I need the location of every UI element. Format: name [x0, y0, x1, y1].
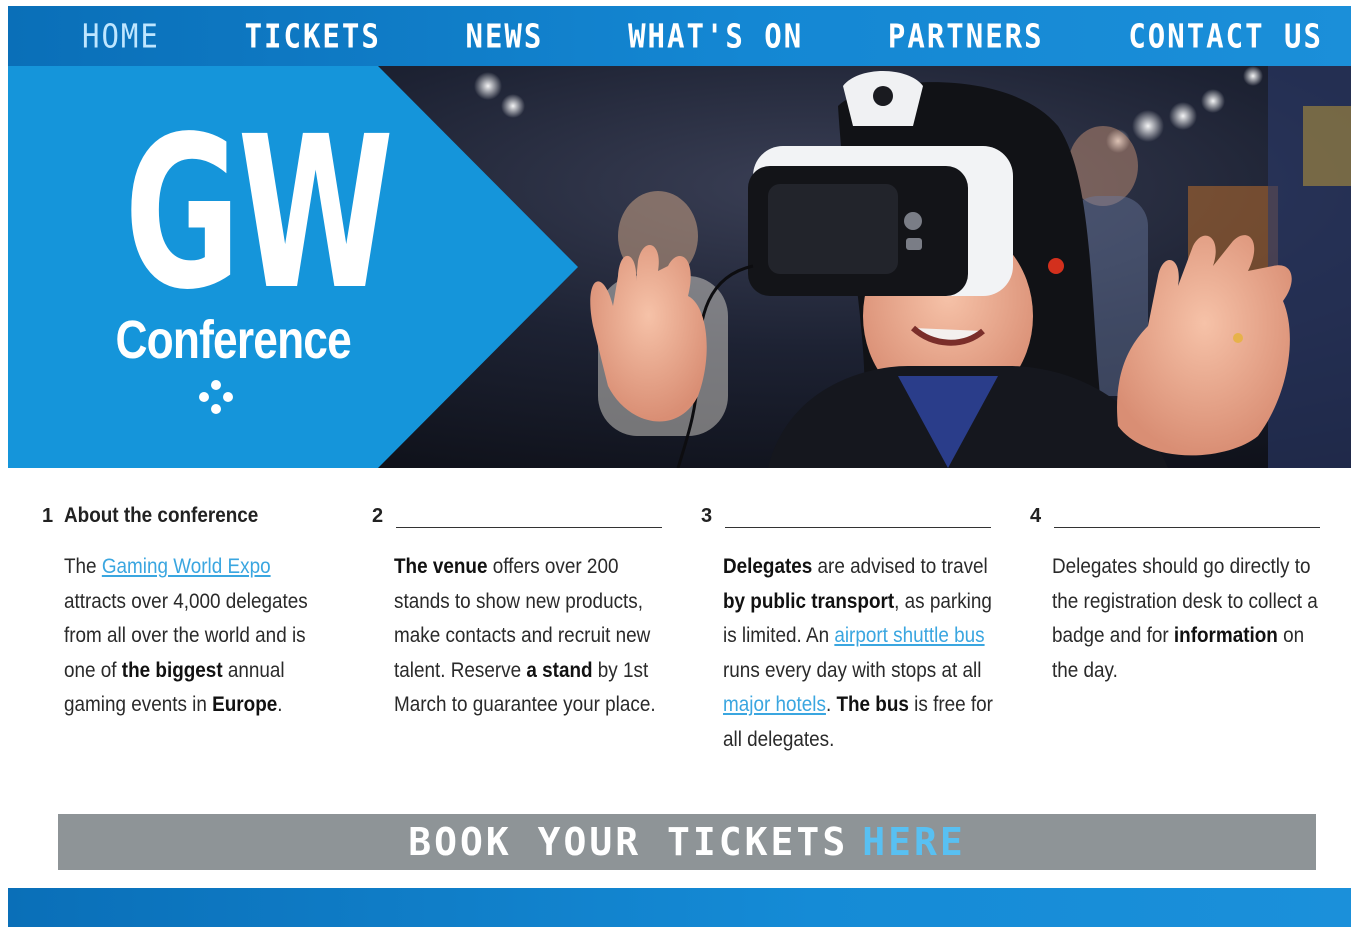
nav-whats-on[interactable]: WHAT'S ON — [628, 16, 803, 55]
book-tickets-label: BOOK YOUR TICKETS — [408, 820, 849, 864]
column-4-text: Delegates should go directly to the regi… — [1052, 550, 1322, 688]
gw-conference-logo[interactable]: GW Conference — [93, 91, 394, 371]
body-text: . — [825, 693, 837, 716]
body-text: The — [64, 555, 102, 578]
bold-text: The bus — [836, 693, 909, 716]
inline-link[interactable]: Gaming World Expo — [102, 555, 271, 578]
nav-home[interactable]: HOME — [82, 16, 160, 55]
column-4: 4 Delegates should go directly to the re… — [1030, 502, 1320, 688]
column-3-text: Delegates are advised to travel by publi… — [723, 550, 993, 757]
column-3-number: 3 — [701, 505, 713, 527]
column-3-heading: 3 — [701, 502, 991, 528]
bold-text: information — [1173, 624, 1278, 647]
column-2-heading: 2 — [372, 502, 662, 528]
hero-banner: GW Conference — [8, 66, 1351, 468]
logo-conference-text: Conference — [115, 310, 352, 370]
column-2-title-blank — [396, 510, 662, 528]
body-text: are advised to travel — [812, 555, 988, 578]
inline-link[interactable]: major hotels — [723, 693, 826, 716]
body-text: runs every day with stops at all — [723, 658, 982, 682]
nav-news[interactable]: NEWS — [466, 16, 544, 55]
footer-bar — [8, 888, 1351, 927]
column-1-heading: 1 About the conference — [42, 502, 332, 528]
nav-partners[interactable]: PARTNERS — [888, 16, 1044, 55]
nav-tickets[interactable]: TICKETS — [245, 16, 381, 55]
column-4-title-blank — [1054, 510, 1320, 528]
column-4-number: 4 — [1030, 505, 1042, 527]
nav-contact-us[interactable]: CONTACT US — [1128, 16, 1323, 55]
bold-text: The venue — [394, 555, 488, 578]
body-text: . — [277, 693, 283, 716]
column-3: 3 Delegates are advised to travel by pub… — [701, 502, 993, 757]
column-2-number: 2 — [372, 505, 384, 527]
bold-text: Delegates — [723, 555, 813, 578]
bold-text: by public transport — [723, 589, 895, 613]
book-tickets-here-link[interactable]: HERE — [862, 820, 966, 864]
top-nav: HOME TICKETS NEWS WHAT'S ON PARTNERS CON… — [8, 6, 1351, 66]
column-1-number: 1 — [42, 505, 54, 527]
book-tickets-banner[interactable]: BOOK YOUR TICKETS HERE — [58, 814, 1316, 870]
bold-text: the biggest — [121, 658, 223, 682]
column-2: 2 The venue offers over 200 stands to sh… — [372, 502, 662, 723]
bold-text: Europe — [212, 693, 278, 716]
logo-gw-text: GW — [124, 91, 394, 336]
column-1-text: The Gaming World Expo attracts over 4,00… — [64, 550, 334, 723]
column-1: 1 About the conference The Gaming World … — [42, 502, 332, 723]
column-4-heading: 4 — [1030, 502, 1320, 528]
column-3-title-blank — [725, 510, 991, 528]
inline-link[interactable]: airport shuttle bus — [834, 624, 984, 647]
bold-text: a stand — [526, 658, 593, 682]
column-2-text: The venue offers over 200 stands to show… — [394, 550, 664, 723]
logo-dots-icon — [199, 380, 233, 414]
column-1-title: About the conference — [64, 504, 259, 527]
